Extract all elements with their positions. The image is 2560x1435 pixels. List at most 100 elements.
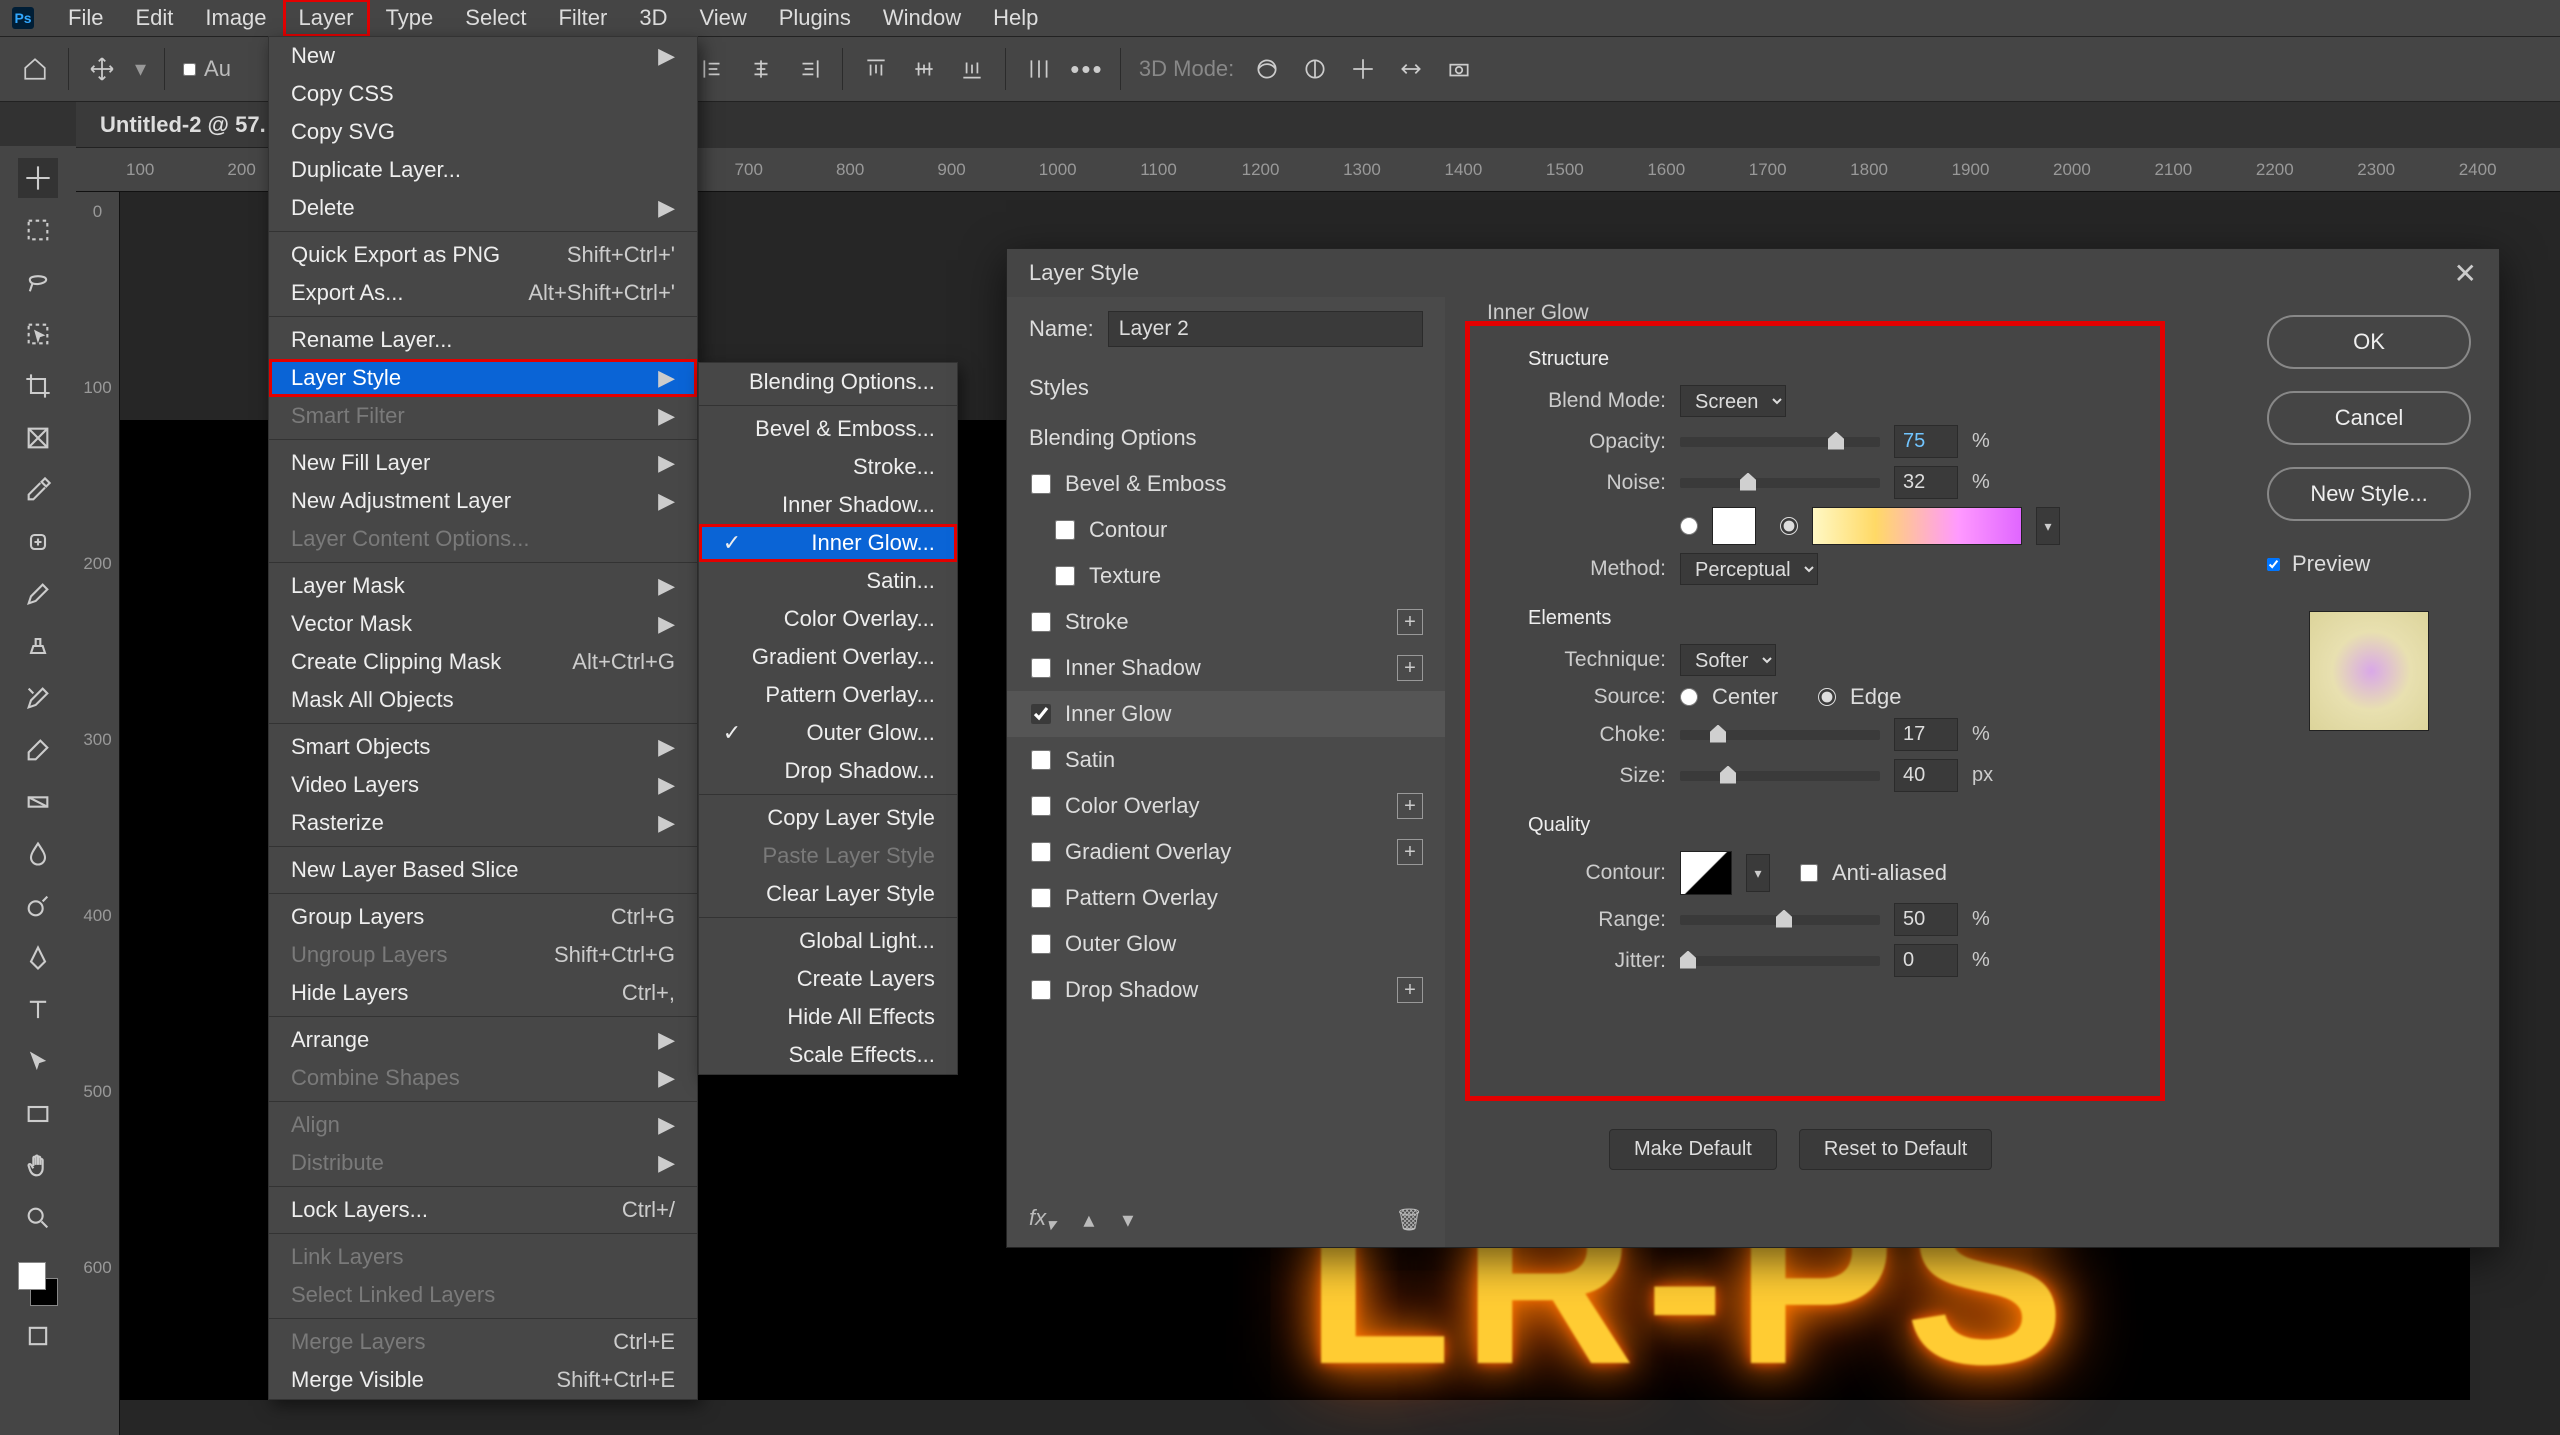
menu-item-mask-all-objects[interactable]: Mask All Objects	[269, 681, 697, 719]
submenu-item-blending-options[interactable]: Blending Options...	[699, 363, 957, 401]
3d-roll-icon[interactable]	[1300, 54, 1330, 84]
tool-dodge[interactable]	[18, 886, 58, 926]
cancel-button[interactable]: Cancel	[2267, 391, 2471, 445]
noise-input[interactable]	[1894, 466, 1958, 499]
blending-options-row[interactable]: Blending Options	[1007, 415, 1445, 461]
menu-item-new-adjustment-layer[interactable]: New Adjustment Layer▶	[269, 482, 697, 520]
style-row-satin[interactable]: Satin	[1007, 737, 1445, 783]
style-row-stroke[interactable]: Stroke+	[1007, 599, 1445, 645]
choke-slider[interactable]	[1680, 730, 1880, 740]
anti-aliased-checkbox[interactable]	[1800, 864, 1818, 882]
style-checkbox[interactable]	[1031, 980, 1051, 1000]
3d-slide-icon[interactable]	[1396, 54, 1426, 84]
menu-item-new[interactable]: New▶	[269, 37, 697, 75]
align-right-icon[interactable]	[794, 54, 824, 84]
style-checkbox[interactable]	[1055, 520, 1075, 540]
style-checkbox[interactable]	[1031, 750, 1051, 770]
blend-mode-select[interactable]: Screen	[1680, 385, 1786, 417]
more-icon[interactable]: •••	[1072, 54, 1102, 84]
3d-scale-icon[interactable]	[1444, 54, 1474, 84]
size-slider[interactable]	[1680, 771, 1880, 781]
tool-move[interactable]	[18, 158, 58, 198]
menu-item-new-fill-layer[interactable]: New Fill Layer▶	[269, 444, 697, 482]
submenu-item-hide-all-effects[interactable]: Hide All Effects	[699, 998, 957, 1036]
jitter-input[interactable]	[1894, 944, 1958, 977]
menu-item-vector-mask[interactable]: Vector Mask▶	[269, 605, 697, 643]
noise-slider[interactable]	[1680, 478, 1880, 488]
tool-gradient[interactable]	[18, 782, 58, 822]
align-top-icon[interactable]	[861, 54, 891, 84]
menu-help[interactable]: Help	[977, 0, 1054, 37]
menu-window[interactable]: Window	[867, 0, 977, 37]
style-row-gradient-overlay[interactable]: Gradient Overlay+	[1007, 829, 1445, 875]
home-icon[interactable]	[20, 54, 50, 84]
style-checkbox[interactable]	[1031, 612, 1051, 632]
submenu-item-stroke[interactable]: Stroke...	[699, 448, 957, 486]
preview-checkbox[interactable]	[2267, 558, 2280, 571]
style-row-pattern-overlay[interactable]: Pattern Overlay	[1007, 875, 1445, 921]
menu-item-quick-export-as-png[interactable]: Quick Export as PNGShift+Ctrl+'	[269, 236, 697, 274]
tool-eraser[interactable]	[18, 730, 58, 770]
move-down-icon[interactable]: ▾	[1122, 1207, 1133, 1233]
menu-item-new-layer-based-slice[interactable]: New Layer Based Slice	[269, 851, 697, 889]
tool-lasso[interactable]	[18, 262, 58, 302]
tool-type[interactable]	[18, 990, 58, 1030]
range-input[interactable]	[1894, 903, 1958, 936]
menu-item-video-layers[interactable]: Video Layers▶	[269, 766, 697, 804]
solid-color-radio[interactable]	[1680, 517, 1698, 535]
document-tab[interactable]: Untitled-2 @ 57.	[76, 102, 290, 148]
trash-icon[interactable]: 🗑	[1395, 1207, 1423, 1233]
submenu-item-gradient-overlay[interactable]: Gradient Overlay...	[699, 638, 957, 676]
submenu-item-inner-glow[interactable]: ✓Inner Glow...	[699, 524, 957, 562]
edit-mode-toggle[interactable]	[18, 1316, 58, 1356]
style-checkbox[interactable]	[1031, 842, 1051, 862]
styles-header[interactable]: Styles	[1007, 361, 1445, 415]
style-row-inner-shadow[interactable]: Inner Shadow+	[1007, 645, 1445, 691]
tool-crop[interactable]	[18, 366, 58, 406]
style-row-drop-shadow[interactable]: Drop Shadow+	[1007, 967, 1445, 1013]
menu-plugins[interactable]: Plugins	[763, 0, 867, 37]
submenu-item-create-layers[interactable]: Create Layers	[699, 960, 957, 998]
menu-item-lock-layers[interactable]: Lock Layers...Ctrl+/	[269, 1191, 697, 1229]
3d-orbit-icon[interactable]	[1252, 54, 1282, 84]
menu-view[interactable]: View	[683, 0, 762, 37]
menu-edit[interactable]: Edit	[119, 0, 189, 37]
tool-pen[interactable]	[18, 938, 58, 978]
technique-select[interactable]: Softer	[1680, 644, 1776, 676]
tool-marquee[interactable]	[18, 210, 58, 250]
contour-swatch[interactable]	[1680, 851, 1732, 895]
submenu-item-scale-effects[interactable]: Scale Effects...	[699, 1036, 957, 1074]
tool-clone-stamp[interactable]	[18, 626, 58, 666]
submenu-item-copy-layer-style[interactable]: Copy Layer Style	[699, 799, 957, 837]
gradient-radio[interactable]	[1780, 517, 1798, 535]
add-effect-icon[interactable]: +	[1397, 609, 1423, 635]
tool-hand[interactable]	[18, 1146, 58, 1186]
color-swatch[interactable]	[1712, 507, 1756, 545]
style-checkbox[interactable]	[1031, 934, 1051, 954]
menu-filter[interactable]: Filter	[542, 0, 623, 37]
tool-brush[interactable]	[18, 574, 58, 614]
style-checkbox[interactable]	[1031, 888, 1051, 908]
3d-pan-icon[interactable]	[1348, 54, 1378, 84]
menu-item-create-clipping-mask[interactable]: Create Clipping MaskAlt+Ctrl+G	[269, 643, 697, 681]
add-effect-icon[interactable]: +	[1397, 839, 1423, 865]
menu-item-layer-mask[interactable]: Layer Mask▶	[269, 567, 697, 605]
submenu-item-inner-shadow[interactable]: Inner Shadow...	[699, 486, 957, 524]
style-checkbox[interactable]	[1031, 658, 1051, 678]
add-effect-icon[interactable]: +	[1397, 655, 1423, 681]
tool-history-brush[interactable]	[18, 678, 58, 718]
contour-dropdown-icon[interactable]: ▾	[1746, 854, 1770, 892]
style-checkbox[interactable]	[1031, 796, 1051, 816]
tool-spot-heal[interactable]	[18, 522, 58, 562]
menu-layer[interactable]: Layer	[283, 0, 370, 37]
menu-item-merge-visible[interactable]: Merge VisibleShift+Ctrl+E	[269, 1361, 697, 1399]
menu-3d[interactable]: 3D	[623, 0, 683, 37]
style-row-inner-glow[interactable]: Inner Glow	[1007, 691, 1445, 737]
auto-select-checkbox[interactable]: Au	[183, 56, 231, 82]
tool-rectangle[interactable]	[18, 1094, 58, 1134]
source-edge-radio[interactable]	[1818, 688, 1836, 706]
align-center-h-icon[interactable]	[746, 54, 776, 84]
menu-type[interactable]: Type	[370, 0, 450, 37]
layer-name-input[interactable]	[1108, 311, 1423, 347]
gradient-dropdown-icon[interactable]: ▾	[2036, 507, 2060, 545]
